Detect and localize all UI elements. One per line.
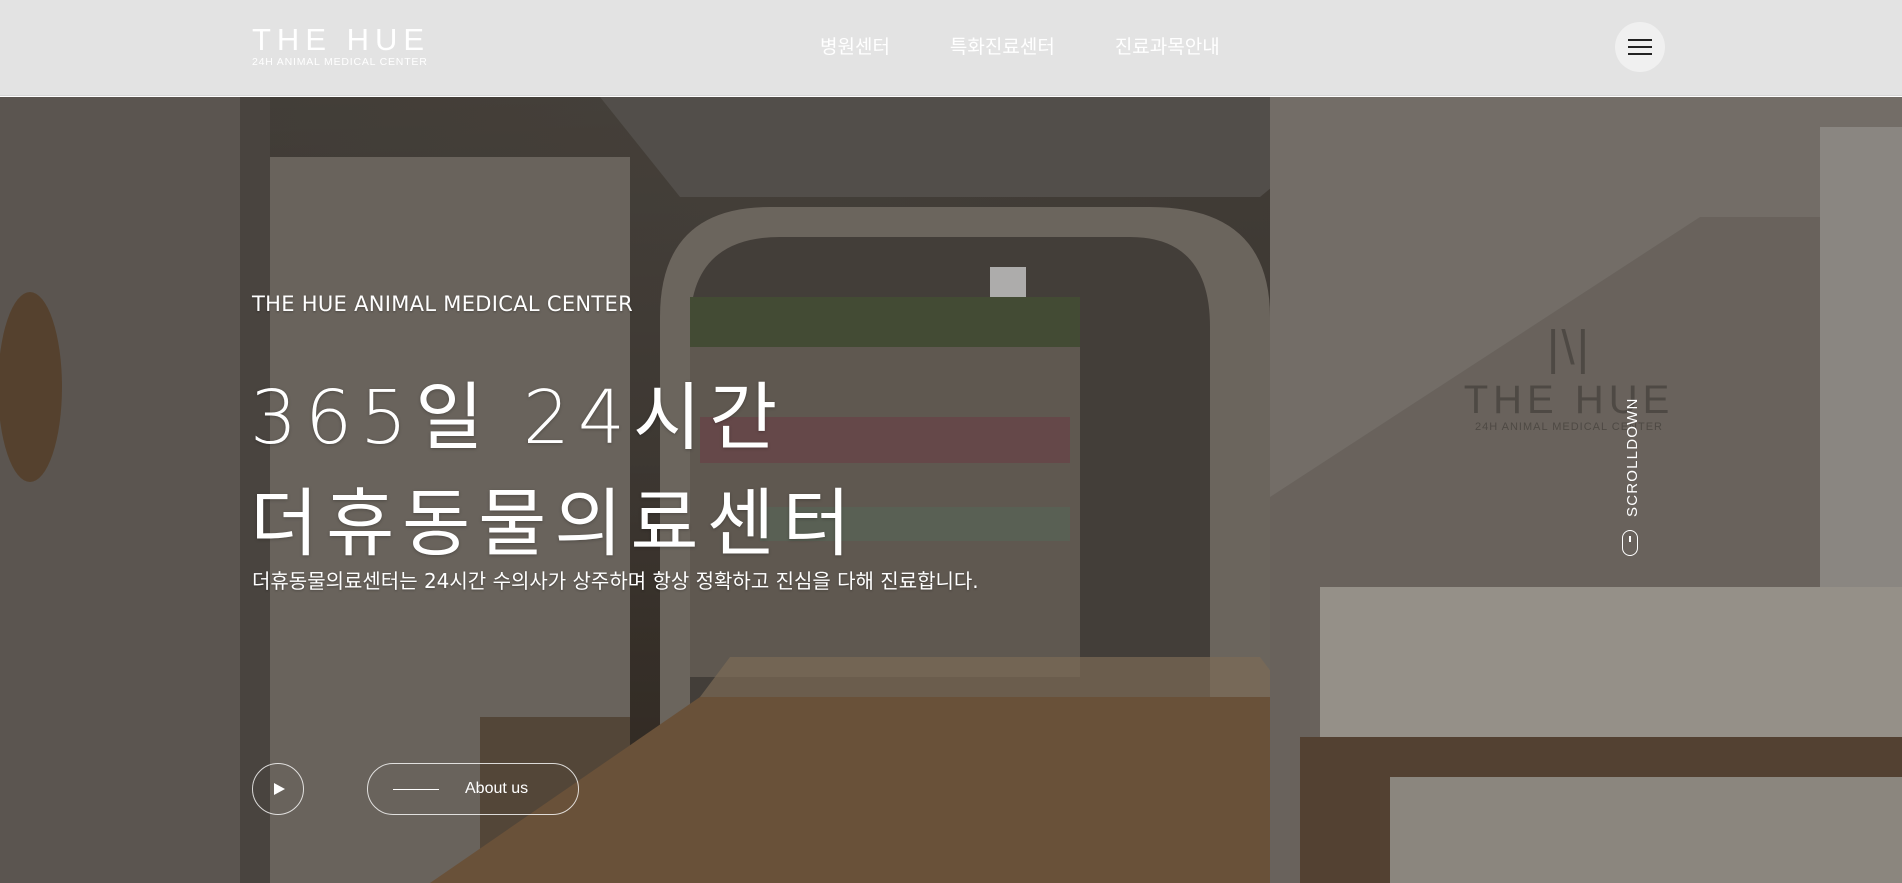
line-decoration bbox=[393, 788, 439, 790]
site-header: THE HUE 24H ANIMAL MEDICAL CENTER 병원센터 특… bbox=[0, 0, 1902, 96]
hero-title-line-1: 365일 24시간 bbox=[250, 375, 786, 461]
hamburger-icon bbox=[1628, 39, 1652, 41]
hero-eyebrow: THE HUE ANIMAL MEDICAL CENTER bbox=[252, 292, 633, 316]
play-icon bbox=[274, 783, 285, 795]
hamburger-icon-line bbox=[1628, 53, 1652, 55]
wall-sign-mark: |\| bbox=[1546, 322, 1592, 375]
hero-title-line-2: 더휴동물의료센터 bbox=[250, 481, 859, 567]
main-nav: 병원센터 특화진료센터 진료과목안내 bbox=[820, 33, 1220, 61]
play-video-button[interactable] bbox=[252, 763, 304, 815]
hero-section: |\| THE HUE 24H ANIMAL MEDICAL CENTER TH… bbox=[0, 97, 1902, 883]
mouse-icon bbox=[1622, 530, 1638, 556]
nav-item-specialty-center[interactable]: 특화진료센터 bbox=[950, 33, 1055, 61]
hamburger-icon-line bbox=[1628, 46, 1652, 48]
about-us-button[interactable]: About us bbox=[367, 763, 579, 815]
hero-title: 365일 24시간 더휴동물의료센터 bbox=[250, 365, 859, 577]
scroll-down-label: SCROLLDOWN bbox=[1624, 397, 1641, 517]
hero-description: 더휴동물의료센터는 24시간 수의사가 상주하며 항상 정확하고 진심을 다해 … bbox=[252, 569, 979, 593]
logo-title: THE HUE bbox=[252, 22, 431, 57]
logo-subtitle: 24H ANIMAL MEDICAL CENTER bbox=[252, 56, 428, 68]
about-us-label: About us bbox=[465, 780, 529, 797]
nav-item-departments[interactable]: 진료과목안내 bbox=[1115, 33, 1220, 61]
menu-button[interactable] bbox=[1615, 22, 1665, 72]
logo[interactable]: THE HUE 24H ANIMAL MEDICAL CENTER bbox=[252, 24, 452, 68]
nav-item-hospital-center[interactable]: 병원센터 bbox=[820, 33, 890, 61]
